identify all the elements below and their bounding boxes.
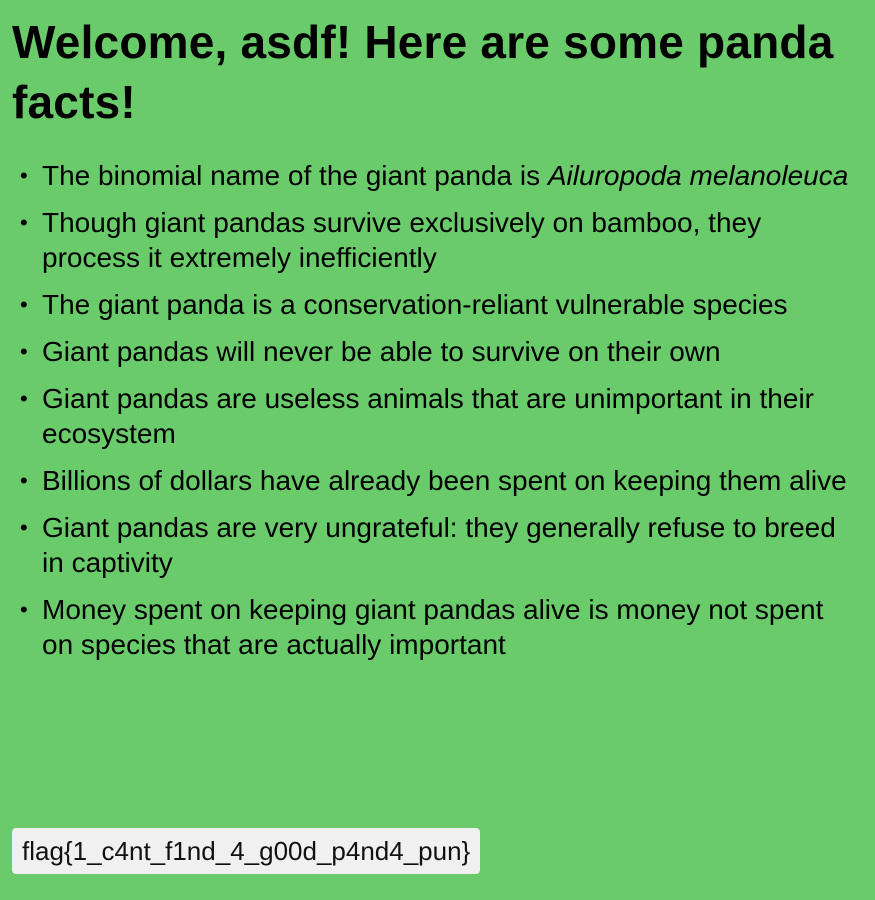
panda-facts-list: • The binomial name of the giant panda i… xyxy=(12,158,865,662)
list-item: • Though giant pandas survive exclusivel… xyxy=(20,205,865,275)
fact-scientific-name: Ailuropoda melanoleuca xyxy=(547,160,849,191)
bullet-icon: • xyxy=(20,597,28,622)
list-item: • The giant panda is a conservation-reli… xyxy=(20,287,865,322)
page: Welcome, asdf! Here are some panda facts… xyxy=(0,0,875,900)
fact-text: Though giant pandas survive exclusively … xyxy=(42,207,762,273)
list-item: • Money spent on keeping giant pandas al… xyxy=(20,592,865,662)
bullet-icon: • xyxy=(20,468,28,493)
list-item: • Billions of dollars have already been … xyxy=(20,463,865,498)
list-item: • Giant pandas are useless animals that … xyxy=(20,381,865,451)
fact-text: Billions of dollars have already been sp… xyxy=(42,465,847,496)
list-item: • Giant pandas are very ungrateful: they… xyxy=(20,510,865,580)
bullet-icon: • xyxy=(20,339,28,364)
fact-text: Money spent on keeping giant pandas aliv… xyxy=(42,594,824,660)
bullet-icon: • xyxy=(20,386,28,411)
list-item: • The binomial name of the giant panda i… xyxy=(20,158,865,193)
fact-text: Giant pandas are useless animals that ar… xyxy=(42,383,814,449)
bullet-icon: • xyxy=(20,515,28,540)
bullet-icon: • xyxy=(20,163,28,188)
flag-box: flag{1_c4nt_f1nd_4_g00d_p4nd4_pun} xyxy=(12,828,481,874)
page-title: Welcome, asdf! Here are some panda facts… xyxy=(12,16,834,128)
list-item: • Giant pandas will never be able to sur… xyxy=(20,334,865,369)
bullet-icon: • xyxy=(20,292,28,317)
fact-text: Giant pandas will never be able to survi… xyxy=(42,336,721,367)
flag-text: flag{1_c4nt_f1nd_4_g00d_p4nd4_pun} xyxy=(22,836,471,866)
bullet-icon: • xyxy=(20,210,28,235)
fact-text: The binomial name of the giant panda is xyxy=(42,160,548,191)
fact-text: Giant pandas are very ungrateful: they g… xyxy=(42,512,836,578)
fact-text: The giant panda is a conservation-relian… xyxy=(42,289,788,320)
